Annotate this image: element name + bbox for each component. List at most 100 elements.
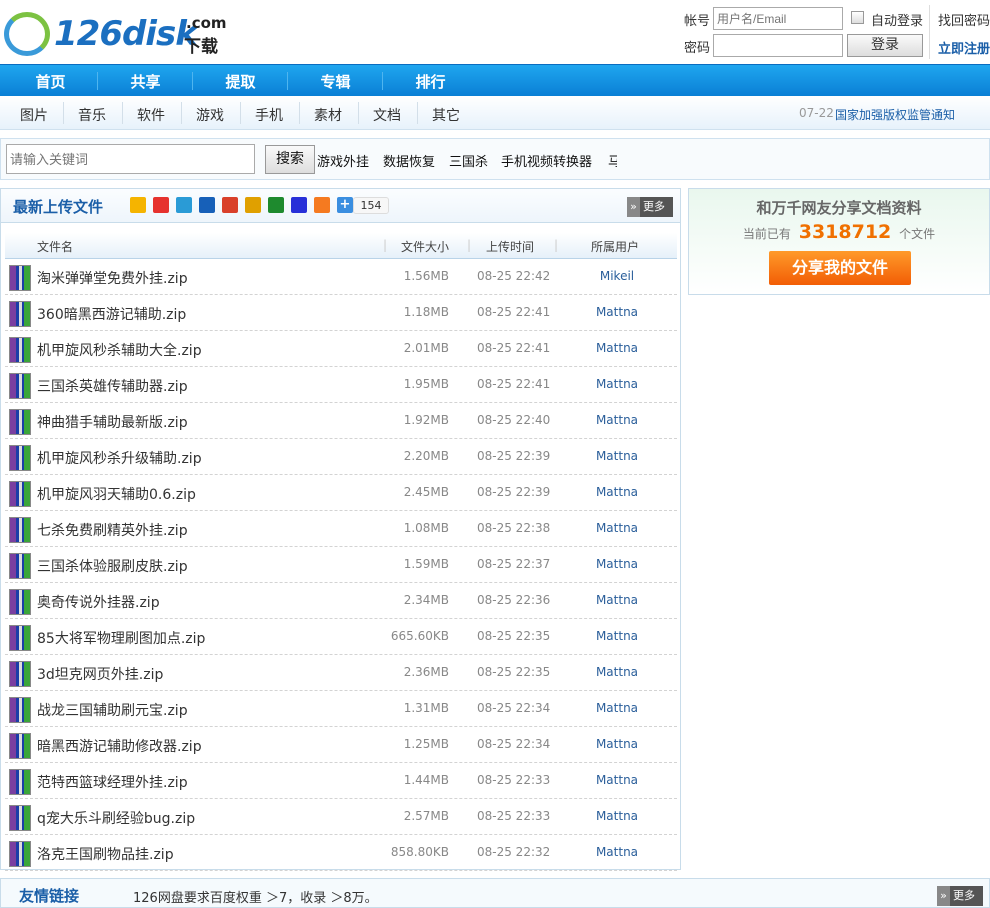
user-link[interactable]: Mattna: [577, 809, 657, 823]
category-pictures[interactable]: 图片: [20, 105, 48, 125]
share-my-files-button[interactable]: 分享我的文件: [769, 251, 911, 285]
more-button[interactable]: 更多: [627, 197, 673, 217]
taobao-share-icon[interactable]: [314, 197, 330, 213]
file-name-link[interactable]: 洛克王国刷物品挂.zip: [37, 844, 174, 864]
douban-share-icon[interactable]: [268, 197, 284, 213]
file-name-link[interactable]: 暗黑西游记辅助修改器.zip: [37, 736, 202, 756]
user-link[interactable]: Mattna: [577, 449, 657, 463]
upload-time: 08-25 22:42: [477, 269, 551, 283]
table-row[interactable]: 85大将军物理刷图加点.zip 665.60KB 08-25 22:35 Mat…: [5, 619, 677, 655]
col-time: 上传时间: [486, 240, 535, 254]
file-name-link[interactable]: 奥奇传说外挂器.zip: [37, 592, 160, 612]
auto-login-checkbox[interactable]: [851, 11, 864, 24]
password-input[interactable]: [713, 34, 843, 57]
file-name-link[interactable]: 淘米弹弹堂免费外挂.zip: [37, 268, 188, 288]
user-link[interactable]: Mattna: [577, 773, 657, 787]
col-size: 文件大小: [401, 240, 450, 254]
file-name-link[interactable]: q宠大乐斗刷经验bug.zip: [37, 808, 195, 828]
friend-links-more[interactable]: 更多: [937, 886, 983, 906]
weibo-share-icon[interactable]: [153, 197, 169, 213]
table-row[interactable]: 淘米弹弹堂免费外挂.zip 1.56MB 08-25 22:42 Mikeil: [5, 259, 677, 295]
nav-ranking[interactable]: 排行: [383, 71, 478, 92]
file-name-link[interactable]: 范特西篮球经理外挂.zip: [37, 772, 188, 792]
renren-share-icon[interactable]: [199, 197, 215, 213]
table-row[interactable]: 战龙三国辅助刷元宝.zip 1.31MB 08-25 22:34 Mattna: [5, 691, 677, 727]
file-name-link[interactable]: 三国杀英雄传辅助器.zip: [37, 376, 188, 396]
category-music[interactable]: 音乐: [78, 105, 106, 125]
user-link[interactable]: Mikeil: [577, 269, 657, 283]
table-row[interactable]: 机甲旋风羽天辅助0.6.zip 2.45MB 08-25 22:39 Mattn…: [5, 475, 677, 511]
file-name-link[interactable]: 神曲猎手辅助最新版.zip: [37, 412, 188, 432]
category-games[interactable]: 游戏: [196, 105, 224, 125]
table-row[interactable]: 范特西篮球经理外挂.zip 1.44MB 08-25 22:33 Mattna: [5, 763, 677, 799]
table-row[interactable]: 奥奇传说外挂器.zip 2.34MB 08-25 22:36 Mattna: [5, 583, 677, 619]
category-mobile[interactable]: 手机: [255, 105, 283, 125]
user-link[interactable]: Mattna: [577, 737, 657, 751]
file-name-link[interactable]: 85大将军物理刷图加点.zip: [37, 628, 205, 648]
table-row[interactable]: 机甲旋风秒杀升级辅助.zip 2.20MB 08-25 22:39 Mattna: [5, 439, 677, 475]
hot-keyword[interactable]: 手机视频转换器: [501, 151, 592, 170]
file-name-link[interactable]: 七杀免费刷精英外挂.zip: [37, 520, 188, 540]
user-link[interactable]: Mattna: [577, 593, 657, 607]
user-link[interactable]: Mattna: [577, 377, 657, 391]
user-link[interactable]: Mattna: [577, 341, 657, 355]
forgot-password-link[interactable]: 找回密码: [938, 10, 990, 29]
nav-album[interactable]: 专辑: [288, 71, 383, 92]
category-other[interactable]: 其它: [432, 105, 460, 125]
file-size: 1.44MB: [403, 773, 449, 787]
table-row[interactable]: 暗黑西游记辅助修改器.zip 1.25MB 08-25 22:34 Mattna: [5, 727, 677, 763]
user-link[interactable]: Mattna: [577, 665, 657, 679]
zip-file-icon: [9, 733, 31, 759]
search-button[interactable]: 搜索: [265, 145, 315, 174]
category-software[interactable]: 软件: [137, 105, 165, 125]
table-row[interactable]: 机甲旋风秒杀辅助大全.zip 2.01MB 08-25 22:41 Mattna: [5, 331, 677, 367]
user-link[interactable]: Mattna: [577, 557, 657, 571]
hot-keyword[interactable]: 数据恢复: [383, 151, 435, 170]
table-row[interactable]: 360暗黑西游记辅助.zip 1.18MB 08-25 22:41 Mattna: [5, 295, 677, 331]
table-row[interactable]: 3d坦克网页外挂.zip 2.36MB 08-25 22:35 Mattna: [5, 655, 677, 691]
zip-file-icon: [9, 769, 31, 795]
table-row[interactable]: q宠大乐斗刷经验bug.zip 2.57MB 08-25 22:33 Mattn…: [5, 799, 677, 835]
category-material[interactable]: 素材: [314, 105, 342, 125]
hot-keyword[interactable]: 三国杀: [449, 151, 488, 170]
table-row[interactable]: 七杀免费刷精英外挂.zip 1.08MB 08-25 22:38 Mattna: [5, 511, 677, 547]
pengyou-share-icon[interactable]: [176, 197, 192, 213]
file-name-link[interactable]: 机甲旋风羽天辅助0.6.zip: [37, 484, 196, 504]
table-row[interactable]: 三国杀体验服刷皮肤.zip 1.59MB 08-25 22:37 Mattna: [5, 547, 677, 583]
notice-link[interactable]: 国家加强版权监管通知: [835, 106, 955, 123]
login-button[interactable]: 登录: [847, 34, 923, 57]
user-link[interactable]: Mattna: [577, 521, 657, 535]
nav-home[interactable]: 首页: [3, 71, 98, 92]
user-link[interactable]: Mattna: [577, 305, 657, 319]
nav-share[interactable]: 共享: [98, 71, 193, 92]
user-link[interactable]: Mattna: [577, 629, 657, 643]
divider: [929, 5, 930, 59]
search-input[interactable]: [6, 144, 255, 174]
qzone-share-icon[interactable]: [130, 197, 146, 213]
file-name-link[interactable]: 机甲旋风秒杀升级辅助.zip: [37, 448, 202, 468]
baidu-share-icon[interactable]: [291, 197, 307, 213]
tqq-share-icon[interactable]: [245, 197, 261, 213]
logo[interactable]: 126disk .com 下载: [4, 8, 227, 58]
promo-suffix: 个文件: [899, 227, 936, 241]
file-name-link[interactable]: 机甲旋风秒杀辅助大全.zip: [37, 340, 202, 360]
account-input[interactable]: [713, 7, 843, 30]
file-name-link[interactable]: 3d坦克网页外挂.zip: [37, 664, 163, 684]
user-link[interactable]: Mattna: [577, 413, 657, 427]
table-row[interactable]: 神曲猎手辅助最新版.zip 1.92MB 08-25 22:40 Mattna: [5, 403, 677, 439]
file-name-link[interactable]: 三国杀体验服刷皮肤.zip: [37, 556, 188, 576]
register-link[interactable]: 立即注册: [938, 38, 990, 57]
table-row[interactable]: 三国杀英雄传辅助器.zip 1.95MB 08-25 22:41 Mattna: [5, 367, 677, 403]
kaixin-share-icon[interactable]: [222, 197, 238, 213]
table-row[interactable]: 洛克王国刷物品挂.zip 858.80KB 08-25 22:32 Mattna: [5, 835, 677, 871]
more-share-icon[interactable]: +: [337, 197, 353, 213]
nav-retrieve[interactable]: 提取: [193, 71, 288, 92]
hot-keyword[interactable]: 游戏外挂: [317, 151, 369, 170]
file-name-link[interactable]: 战龙三国辅助刷元宝.zip: [37, 700, 188, 720]
file-name-link[interactable]: 360暗黑西游记辅助.zip: [37, 304, 186, 324]
user-link[interactable]: Mattna: [577, 701, 657, 715]
hot-keyword[interactable]: 马: [608, 151, 617, 170]
user-link[interactable]: Mattna: [577, 845, 657, 859]
user-link[interactable]: Mattna: [577, 485, 657, 499]
category-docs[interactable]: 文档: [373, 105, 401, 125]
